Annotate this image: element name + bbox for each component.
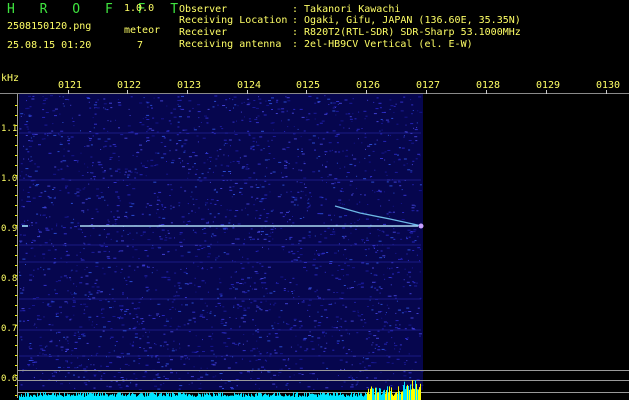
frequency-ticks [15, 105, 17, 396]
waterfall-background [19, 94, 423, 390]
hrofft-window: H R O F F T 1.0.0 2508150120.png 25.08.1… [0, 0, 629, 400]
spectrogram [0, 90, 629, 400]
meteor-echo-head [418, 223, 424, 229]
